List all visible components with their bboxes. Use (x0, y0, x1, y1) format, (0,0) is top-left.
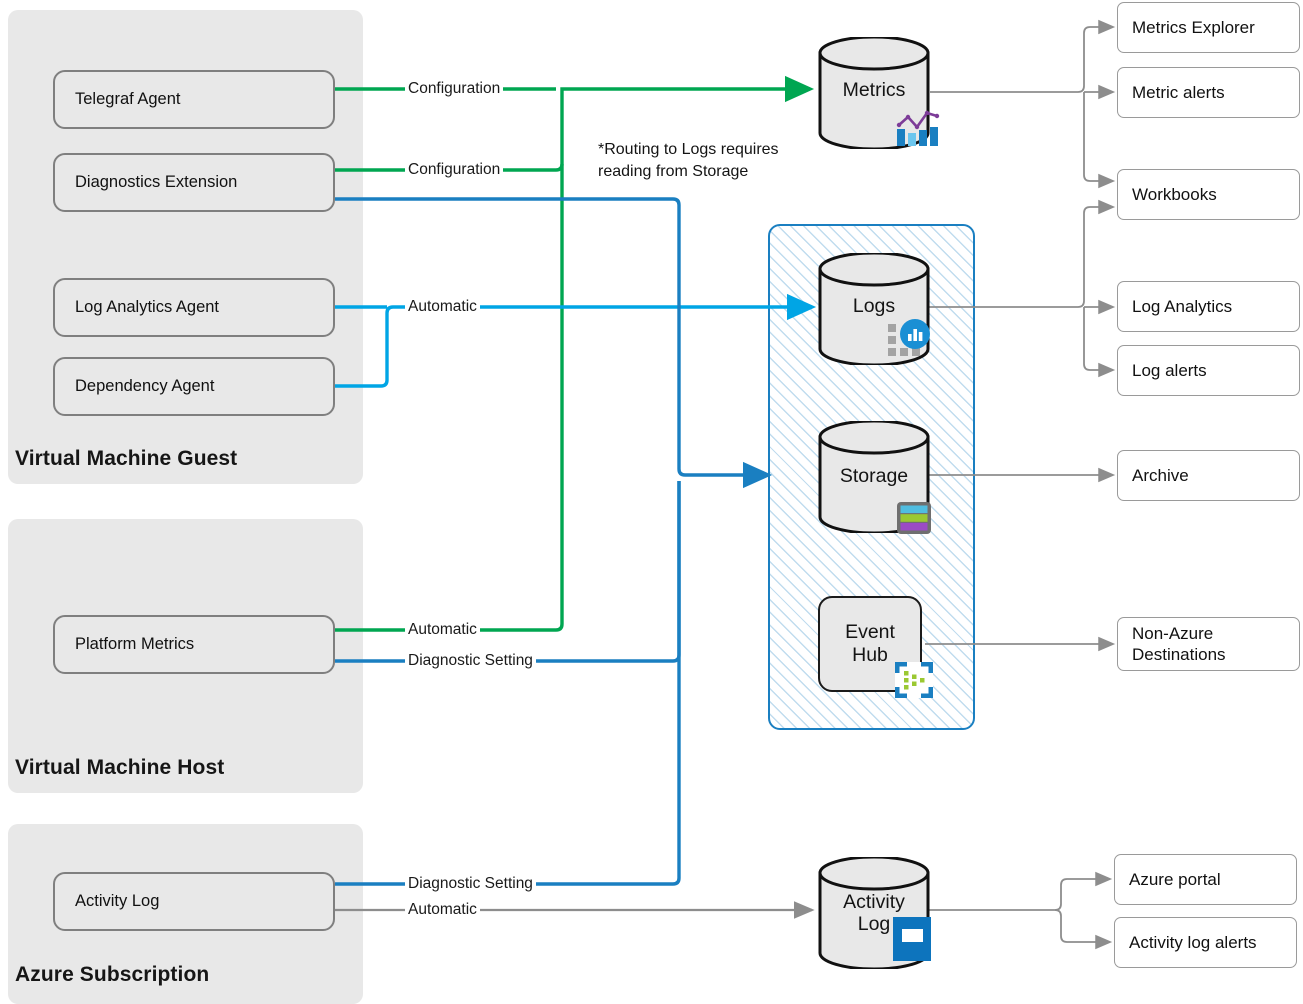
edge-metrics-to-workbooks (1084, 92, 1113, 181)
destination-non-azure-destinations[interactable]: Non-Azure Destinations (1117, 617, 1300, 671)
source-node-activity-log[interactable]: Activity Log (53, 872, 335, 931)
destination-azure-portal[interactable]: Azure portal (1114, 854, 1297, 905)
destination-archive[interactable]: Archive (1117, 450, 1300, 501)
destination-label-metrics-explorer: Metrics Explorer (1132, 17, 1255, 38)
event-hub-label-line1: Event (845, 621, 895, 643)
destination-label-archive: Archive (1132, 465, 1189, 486)
edge-activity-log-diagnostic-setting (335, 481, 679, 884)
edge-dependency-agent-join (335, 307, 812, 386)
source-label-telegraf-agent: Telegraf Agent (75, 90, 181, 109)
destination-label-log-analytics: Log Analytics (1132, 296, 1232, 317)
destination-label-workbooks: Workbooks (1132, 184, 1217, 205)
log-analytics-icon (888, 318, 934, 365)
edge-label-platform-metrics-automatic: Automatic (405, 621, 480, 639)
edge-platform-metrics-automatic (335, 164, 562, 630)
edge-label-activity-log-automatic: Automatic (405, 901, 480, 919)
edge-logs-to-workbooks (1078, 207, 1113, 307)
destination-label-azure-portal: Azure portal (1129, 869, 1221, 890)
event-hub-icon (895, 662, 933, 703)
edge-logs-to-log-alerts (1084, 307, 1113, 370)
edge-activity-log-to-activity-log-alerts (1055, 910, 1110, 942)
source-node-dependency-agent[interactable]: Dependency Agent (53, 357, 335, 416)
source-label-dependency-agent: Dependency Agent (75, 377, 214, 396)
edge-diagnostics-config-to-trunk (335, 95, 562, 170)
activity-log-icon (893, 917, 931, 966)
destination-metrics-explorer[interactable]: Metrics Explorer (1117, 2, 1300, 53)
source-node-telegraf-agent[interactable]: Telegraf Agent (53, 70, 335, 129)
edge-activity-log-to-azure-portal (1055, 879, 1110, 910)
source-node-diagnostics-extension[interactable]: Diagnostics Extension (53, 153, 335, 212)
destination-workbooks[interactable]: Workbooks (1117, 169, 1300, 220)
edge-platform-metrics-diagnostic-setting (335, 481, 679, 661)
edge-diagnostics-extension-to-storage (335, 199, 768, 475)
destination-metric-alerts[interactable]: Metric alerts (1117, 67, 1300, 118)
source-label-activity-log: Activity Log (75, 892, 159, 911)
destination-label-activity-log-alerts: Activity log alerts (1129, 932, 1257, 953)
source-label-platform-metrics: Platform Metrics (75, 635, 194, 654)
edge-label-activity-log-diagnostic-setting: Diagnostic Setting (405, 875, 536, 893)
bar-chart-icon (895, 108, 941, 153)
storage-account-icon (896, 501, 932, 540)
source-node-platform-metrics[interactable]: Platform Metrics (53, 615, 335, 674)
routing-footnote: *Routing to Logs requires reading from S… (598, 139, 813, 182)
destination-log-analytics[interactable]: Log Analytics (1117, 281, 1300, 332)
diagram-canvas: Virtual Machine Guest Virtual Machine Ho… (0, 0, 1303, 1004)
destination-activity-log-alerts[interactable]: Activity log alerts (1114, 917, 1297, 968)
non-azure-label-line1: Non-Azure (1132, 624, 1213, 643)
destination-label-log-alerts: Log alerts (1132, 360, 1207, 381)
source-label-log-analytics-agent: Log Analytics Agent (75, 298, 219, 317)
event-hub-label-line2: Hub (852, 644, 888, 666)
edge-green-trunk-top (562, 89, 810, 95)
non-azure-label-line2: Destinations (1132, 645, 1226, 664)
edge-label-agents-automatic: Automatic (405, 298, 480, 316)
destination-label-non-azure-destinations: Non-Azure Destinations (1132, 623, 1226, 666)
destination-label-metric-alerts: Metric alerts (1132, 82, 1225, 103)
source-label-diagnostics-extension: Diagnostics Extension (75, 173, 237, 192)
source-node-log-analytics-agent[interactable]: Log Analytics Agent (53, 278, 335, 337)
edge-label-diagnostics-configuration: Configuration (405, 161, 503, 179)
destination-log-alerts[interactable]: Log alerts (1117, 345, 1300, 396)
edge-label-platform-metrics-diagnostic-setting: Diagnostic Setting (405, 652, 536, 670)
edge-label-telegraf-configuration: Configuration (405, 80, 503, 98)
edge-metrics-to-metrics-explorer (1078, 27, 1113, 92)
datastore-label-event-hub: Event Hub (845, 621, 895, 667)
